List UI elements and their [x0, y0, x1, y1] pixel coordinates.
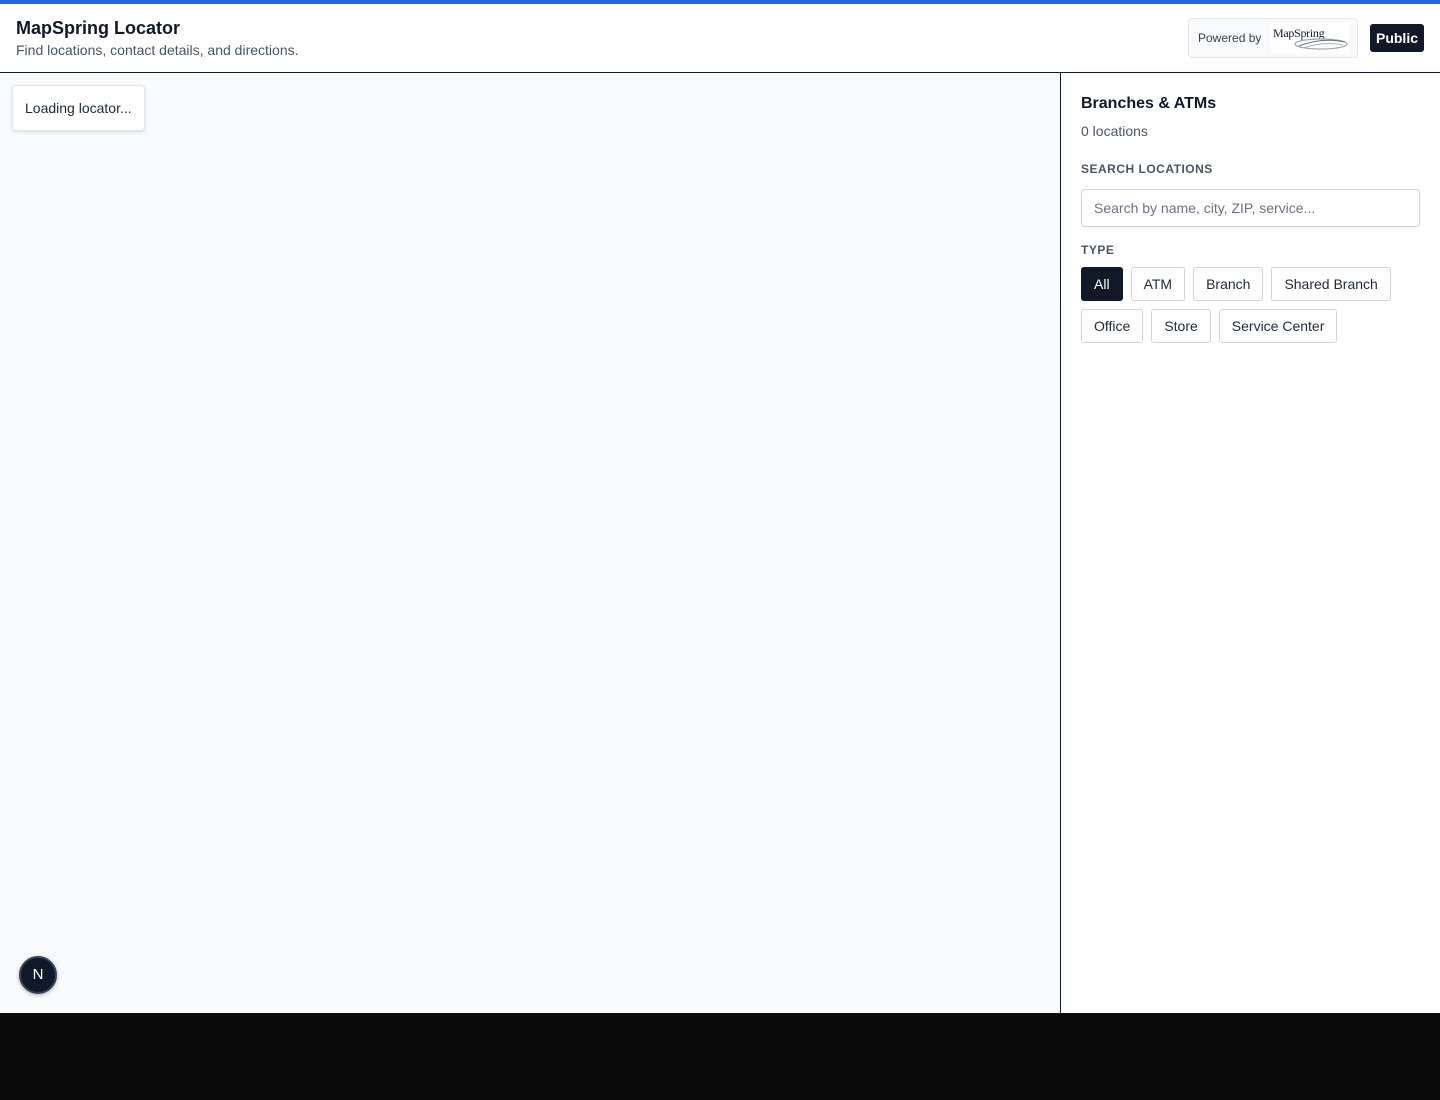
locations-sidebar: Branches & ATMs 0 locations SEARCH LOCAT…: [1060, 73, 1440, 1013]
powered-by-badge[interactable]: Powered by MapSpring: [1188, 18, 1358, 58]
public-visibility-button[interactable]: Public: [1370, 24, 1424, 52]
bottom-band: [0, 1013, 1440, 1100]
search-input[interactable]: [1081, 189, 1420, 227]
type-filter-row-1: All ATM Branch Shared Branch: [1081, 267, 1391, 301]
type-filter-shared-branch[interactable]: Shared Branch: [1271, 267, 1391, 301]
type-filter-all[interactable]: All: [1081, 267, 1123, 301]
type-filter-service-center[interactable]: Service Center: [1218, 309, 1338, 343]
type-filter-branch[interactable]: Branch: [1193, 267, 1264, 301]
app-header: MapSpring Locator Find locations, contac…: [0, 4, 1440, 73]
location-count: 0 locations: [1081, 123, 1148, 139]
logo-swoosh-icon: [1294, 38, 1348, 50]
powered-by-label: Powered by: [1198, 31, 1262, 45]
search-label: SEARCH LOCATIONS: [1081, 162, 1213, 176]
type-filter-atm[interactable]: ATM: [1130, 267, 1186, 301]
dev-tools-button[interactable]: N: [19, 956, 57, 994]
panel-title: Branches & ATMs: [1081, 95, 1217, 112]
type-filter-office[interactable]: Office: [1081, 309, 1144, 343]
map-canvas[interactable]: Loading locator... N: [0, 73, 1060, 1013]
type-label: TYPE: [1081, 243, 1115, 257]
loading-indicator: Loading locator...: [12, 85, 145, 131]
app-title: MapSpring Locator: [16, 18, 181, 38]
type-filter-row-2: Office Store Service Center: [1081, 309, 1338, 343]
mapspring-logo: MapSpring: [1271, 23, 1349, 53]
app-subtitle: Find locations, contact details, and dir…: [16, 42, 299, 58]
type-filter-store[interactable]: Store: [1151, 309, 1211, 343]
